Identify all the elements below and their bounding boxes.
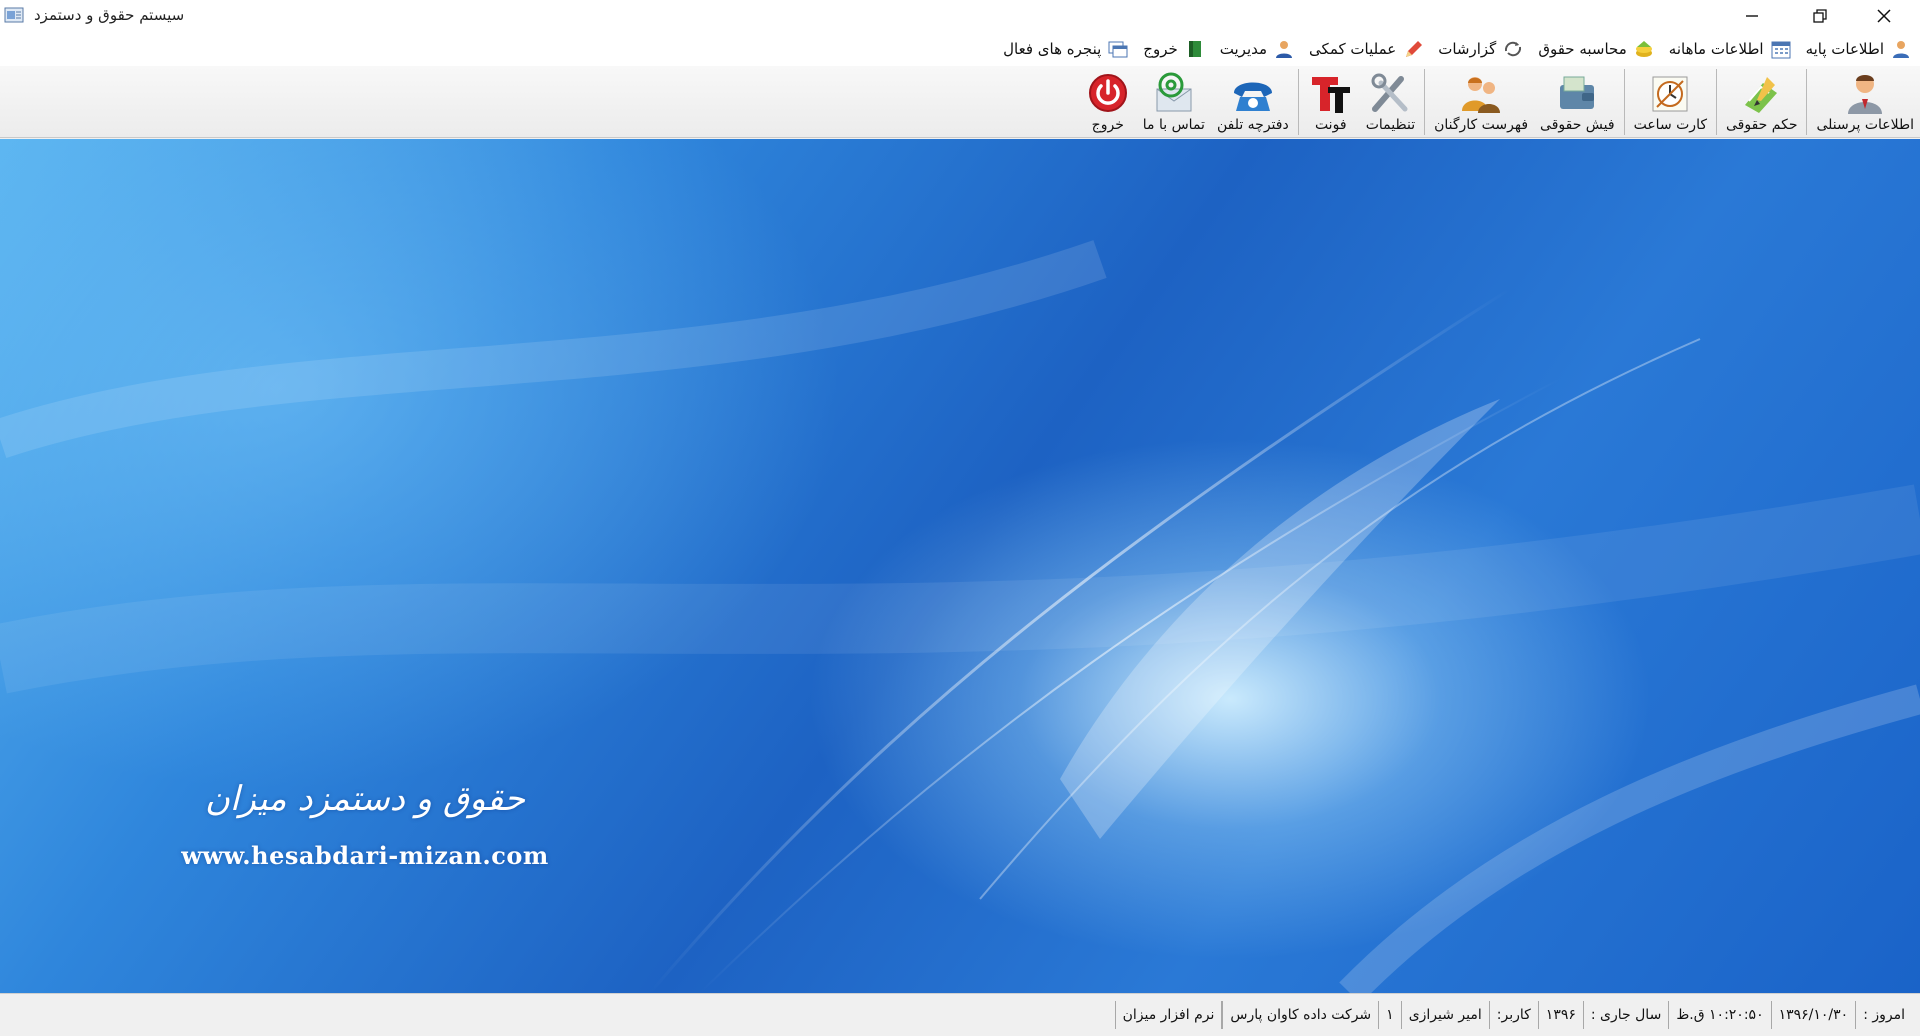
menu-monthly-info-label: اطلاعات ماهانه [1668, 40, 1764, 58]
menu-base-info-label: اطلاعات پایه [1805, 40, 1884, 58]
staff-list-button[interactable]: فهرست کارگنان [1428, 67, 1534, 137]
time-card-button[interactable]: کارت ساعت [1628, 67, 1713, 137]
font-icon [1311, 77, 1350, 113]
personnel-info-label: اطلاعات پرسنلی [1816, 117, 1914, 133]
font-label: فونت [1314, 117, 1347, 133]
salary-decree-label: حکم حقوقی [1726, 117, 1798, 133]
toolbar-separator [1297, 68, 1299, 135]
app-icon [4, 6, 24, 24]
menu-reports-label: گزارشات [1438, 40, 1497, 58]
window-title: سیستم حقوق و دستمزد [34, 6, 185, 24]
menu-salary-calc-label: محاسبه حقوق [1538, 40, 1627, 58]
status-date: ۱۳۹۶/۱۰/۳۰ [1770, 1001, 1856, 1029]
close-icon [1877, 9, 1891, 23]
exit-label: خروج [1091, 117, 1124, 133]
title-bar: سیستم حقوق و دستمزد [0, 0, 1920, 32]
font-button[interactable]: فونت [1302, 67, 1360, 137]
coins-icon [1633, 39, 1655, 59]
staff-list-icon [1462, 77, 1501, 113]
status-company: شرکت داده کاوان پارس [1222, 1001, 1378, 1029]
status-year: ۱۳۹۶ [1537, 1001, 1583, 1029]
toolbar-separator [1623, 68, 1625, 135]
toolbar: اطلاعات پرسنلی حکم حقوقی کارت ساعت فیش ح… [0, 66, 1920, 138]
menu-management-label: مدیریت [1219, 40, 1268, 58]
phonebook-button[interactable]: دفترچه تلفن [1211, 67, 1295, 137]
status-time: ۱۰:۲۰:۵۰ ق.ظ [1668, 1001, 1770, 1029]
salary-decree-button[interactable]: حکم حقوقی [1720, 67, 1803, 137]
toolbar-separator [1716, 68, 1717, 135]
menu-aux-ops-label: عملیات کمکی [1309, 40, 1397, 58]
contact-us-label: تماس با ما [1142, 117, 1205, 133]
status-bar: امروز : ۱۳۹۶/۱۰/۳۰ ۱۰:۲۰:۵۰ ق.ظ سال جاری… [0, 993, 1920, 1036]
status-company-no: ۱ [1378, 1001, 1401, 1029]
minimize-button[interactable] [1720, 0, 1784, 32]
status-user: امیر شیرازی [1400, 1001, 1489, 1029]
settings-label: تنظیمات [1365, 117, 1416, 133]
menu-salary-calc[interactable]: محاسبه حقوق [1538, 39, 1654, 59]
payslip-wallet-icon [1560, 76, 1595, 109]
restore-button[interactable] [1788, 0, 1852, 32]
personnel-icon [1848, 75, 1883, 114]
payslip-label: فیش حقوقی [1540, 117, 1615, 133]
menu-active-windows-label: پنجره های فعال [1003, 40, 1102, 58]
user-group-icon [1890, 39, 1912, 59]
menu-active-windows[interactable]: پنجره های فعال [1003, 39, 1129, 59]
time-card-label: کارت ساعت [1633, 117, 1707, 133]
payslip-button[interactable]: فیش حقوقی [1534, 67, 1621, 137]
windows-icon [1107, 39, 1129, 59]
settings-tools-icon [1371, 73, 1408, 112]
contact-us-button[interactable]: تماس با ما [1137, 67, 1211, 137]
power-icon [1088, 74, 1127, 112]
menu-reports[interactable]: گزارشات [1438, 39, 1524, 59]
status-software: نرم افزار میزان [1114, 1001, 1223, 1029]
menu-aux-ops[interactable]: عملیات کمکی [1309, 39, 1424, 59]
timecard-icon [1652, 76, 1688, 112]
decree-icon [1744, 77, 1777, 113]
personnel-info-button[interactable]: اطلاعات پرسنلی [1810, 67, 1920, 137]
brand-url: www.hesabdari-mizan.com [181, 841, 549, 870]
status-user-label: کاربر: [1488, 1001, 1538, 1029]
restore-icon [1813, 9, 1827, 23]
brand-title: حقوق و دستمزد میزان [204, 779, 526, 819]
calendar-icon [1770, 39, 1792, 59]
main-background: حقوق و دستمزد میزان www.hesabdari-mizan.… [0, 139, 1920, 993]
admin-user-icon [1273, 39, 1295, 59]
staff-list-label: فهرست کارگنان [1434, 117, 1529, 133]
menu-exit[interactable]: خروج [1143, 39, 1205, 59]
phonebook-label: دفترچه تلفن [1216, 117, 1289, 133]
toolbar-separator [1806, 68, 1808, 135]
status-today-label: امروز : [1855, 1001, 1912, 1029]
toolbar-separator [1424, 68, 1426, 135]
menu-base-info[interactable]: اطلاعات پایه [1806, 39, 1912, 59]
status-year-label: سال جاری : [1582, 1001, 1668, 1029]
close-button[interactable] [1852, 0, 1916, 32]
exit-button[interactable]: خروج [1079, 67, 1137, 137]
menu-management[interactable]: مدیریت [1220, 39, 1295, 59]
settings-button[interactable]: تنظیمات [1360, 67, 1421, 137]
exit-door-icon [1184, 39, 1206, 59]
menu-bar: اطلاعات پایه اطلاعات ماهانه محاسبه حقوق … [0, 32, 1920, 66]
phonebook-icon [1233, 82, 1272, 111]
menu-exit-label: خروج [1143, 40, 1178, 58]
menu-monthly-info[interactable]: اطلاعات ماهانه [1669, 39, 1792, 59]
minimize-icon [1746, 15, 1758, 17]
refresh-report-icon [1502, 39, 1524, 59]
pencil-icon [1402, 39, 1424, 59]
contact-email-icon [1156, 72, 1192, 112]
